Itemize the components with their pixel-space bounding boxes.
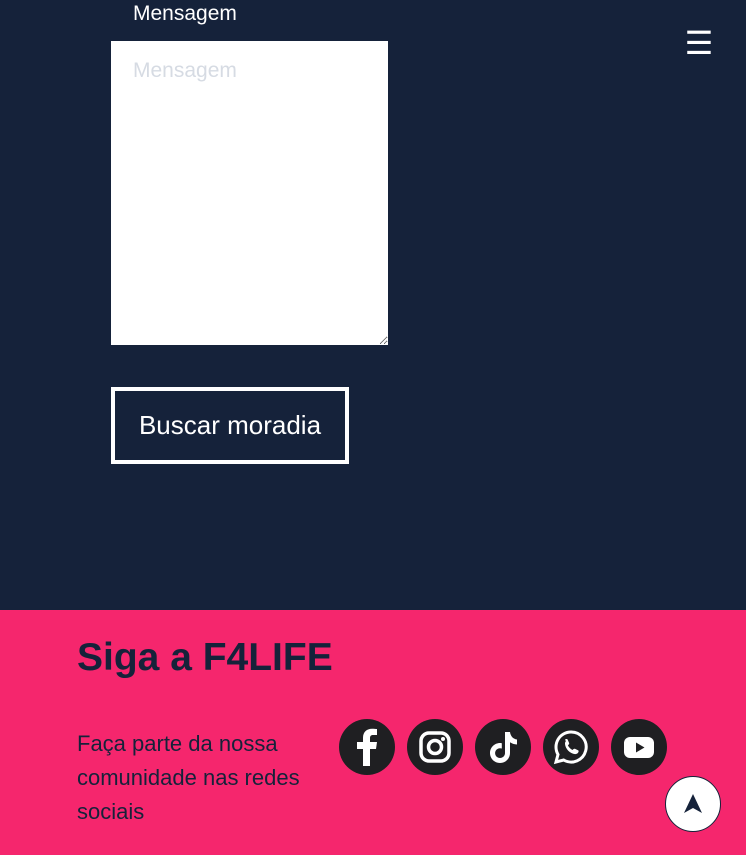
- arrow-up-icon: [684, 794, 702, 813]
- tiktok-icon: [490, 732, 517, 763]
- facebook-link[interactable]: [339, 719, 395, 775]
- whatsapp-link[interactable]: [543, 719, 599, 775]
- instagram-icon: [419, 731, 451, 763]
- message-textarea[interactable]: [111, 41, 388, 345]
- search-housing-button[interactable]: Buscar moradia: [111, 387, 349, 464]
- facebook-icon: [357, 728, 377, 766]
- instagram-link[interactable]: [407, 719, 463, 775]
- contact-section: Mensagem ☰ Buscar moradia: [0, 0, 746, 610]
- footer-text: Faça parte da nossa comunidade nas redes…: [77, 731, 300, 824]
- footer-title: Siga a F4LIFE: [77, 636, 333, 679]
- youtube-icon: [624, 737, 654, 758]
- scroll-to-top-button[interactable]: [665, 776, 721, 832]
- whatsapp-icon: [553, 730, 588, 765]
- tiktok-link[interactable]: [475, 719, 531, 775]
- social-links: [339, 719, 667, 775]
- hamburger-menu-icon[interactable]: ☰: [682, 26, 716, 60]
- message-label: Mensagem: [133, 2, 237, 25]
- footer: Siga a F4LIFE Faça parte da nossa comuni…: [0, 610, 746, 855]
- youtube-link[interactable]: [611, 719, 667, 775]
